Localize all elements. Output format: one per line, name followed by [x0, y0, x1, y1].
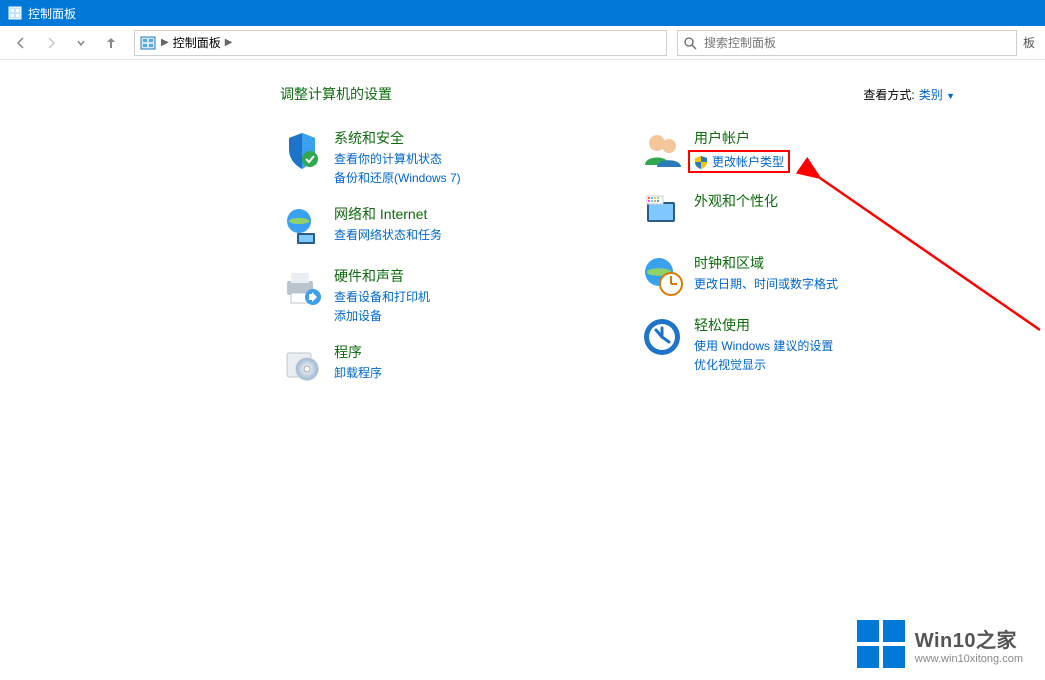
- view-by-label: 查看方式:: [863, 86, 914, 103]
- breadcrumb-separator-icon[interactable]: ▶: [161, 37, 169, 48]
- category-link[interactable]: 更改日期、时间或数字格式: [694, 275, 838, 292]
- category-link[interactable]: 卸载程序: [334, 364, 382, 381]
- categories-left-column: 系统和安全 查看你的计算机状态 备份和还原(Windows 7) 网络和 Int…: [280, 128, 580, 386]
- category-title[interactable]: 轻松使用: [694, 315, 833, 335]
- category-ease-of-access: 轻松使用 使用 Windows 建议的设置 优化视觉显示: [640, 315, 940, 373]
- control-panel-bc-icon: [139, 34, 157, 52]
- page-heading: 调整计算机的设置: [280, 84, 392, 104]
- address-bar[interactable]: ▶ 控制面板 ▶: [134, 30, 667, 56]
- printer-icon: [280, 266, 324, 310]
- category-programs: 程序 卸载程序: [280, 342, 580, 386]
- truncated-text: 板: [1021, 34, 1037, 51]
- search-icon: [682, 36, 698, 50]
- clock-globe-icon: [640, 253, 684, 297]
- recent-locations-dropdown[interactable]: [68, 30, 94, 56]
- category-title[interactable]: 用户帐户: [694, 128, 790, 148]
- users-icon: [640, 128, 684, 172]
- link-change-account-type[interactable]: 更改帐户类型: [688, 150, 790, 173]
- up-button[interactable]: [98, 30, 124, 56]
- back-button[interactable]: [8, 30, 34, 56]
- category-user-accounts: 用户帐户 更改帐户类型: [640, 128, 940, 173]
- category-link[interactable]: 查看你的计算机状态: [334, 150, 461, 167]
- category-title[interactable]: 硬件和声音: [334, 266, 430, 286]
- category-clock-region: 时钟和区域 更改日期、时间或数字格式: [640, 253, 940, 297]
- view-by: 查看方式: 类别 ▼: [863, 86, 955, 103]
- navigation-bar: ▶ 控制面板 ▶ 板: [0, 26, 1045, 60]
- uac-shield-icon: [694, 155, 708, 169]
- category-system-security: 系统和安全 查看你的计算机状态 备份和还原(Windows 7): [280, 128, 580, 186]
- category-link[interactable]: 优化视觉显示: [694, 356, 833, 373]
- category-link[interactable]: 查看设备和打印机: [334, 288, 430, 305]
- category-title[interactable]: 网络和 Internet: [334, 204, 442, 224]
- ease-of-access-icon: [640, 315, 684, 359]
- categories-right-column: 用户帐户 更改帐户类型 外观和个性化: [640, 128, 940, 386]
- disc-icon: [280, 342, 324, 386]
- view-by-value: 类别: [919, 88, 943, 102]
- category-title[interactable]: 外观和个性化: [694, 191, 778, 211]
- category-title[interactable]: 系统和安全: [334, 128, 461, 148]
- category-network: 网络和 Internet 查看网络状态和任务: [280, 204, 580, 248]
- chevron-down-icon: ▼: [946, 91, 955, 101]
- category-link[interactable]: 备份和还原(Windows 7): [334, 169, 461, 186]
- view-by-dropdown[interactable]: 类别 ▼: [919, 86, 955, 103]
- globe-icon: [280, 204, 324, 248]
- window-title: 控制面板: [28, 5, 76, 22]
- windows-logo-icon: [857, 620, 905, 668]
- category-title[interactable]: 时钟和区域: [694, 253, 838, 273]
- watermark: Win10之家 www.win10xitong.com: [857, 620, 1023, 668]
- search-box[interactable]: [677, 30, 1017, 56]
- title-bar: 控制面板: [0, 0, 1045, 26]
- watermark-title: Win10之家: [915, 624, 1023, 653]
- category-title[interactable]: 程序: [334, 342, 382, 362]
- forward-button[interactable]: [38, 30, 64, 56]
- category-link[interactable]: 使用 Windows 建议的设置: [694, 337, 833, 354]
- breadcrumb-item[interactable]: 控制面板: [173, 34, 221, 51]
- category-appearance: 外观和个性化: [640, 191, 940, 235]
- category-hardware-sound: 硬件和声音 查看设备和打印机 添加设备: [280, 266, 580, 324]
- category-link[interactable]: 查看网络状态和任务: [334, 226, 442, 243]
- appearance-icon: [640, 191, 684, 235]
- watermark-subtitle: www.win10xitong.com: [915, 653, 1023, 665]
- content-area: 调整计算机的设置 查看方式: 类别 ▼ 系统和安全 查看你的计算机状态 备份和还…: [0, 60, 1045, 386]
- search-input[interactable]: [704, 36, 1012, 50]
- link-text: 更改帐户类型: [712, 153, 784, 170]
- category-link[interactable]: 添加设备: [334, 307, 430, 324]
- shield-icon: [280, 128, 324, 172]
- breadcrumb-separator-icon[interactable]: ▶: [225, 37, 233, 48]
- control-panel-icon: [8, 6, 22, 20]
